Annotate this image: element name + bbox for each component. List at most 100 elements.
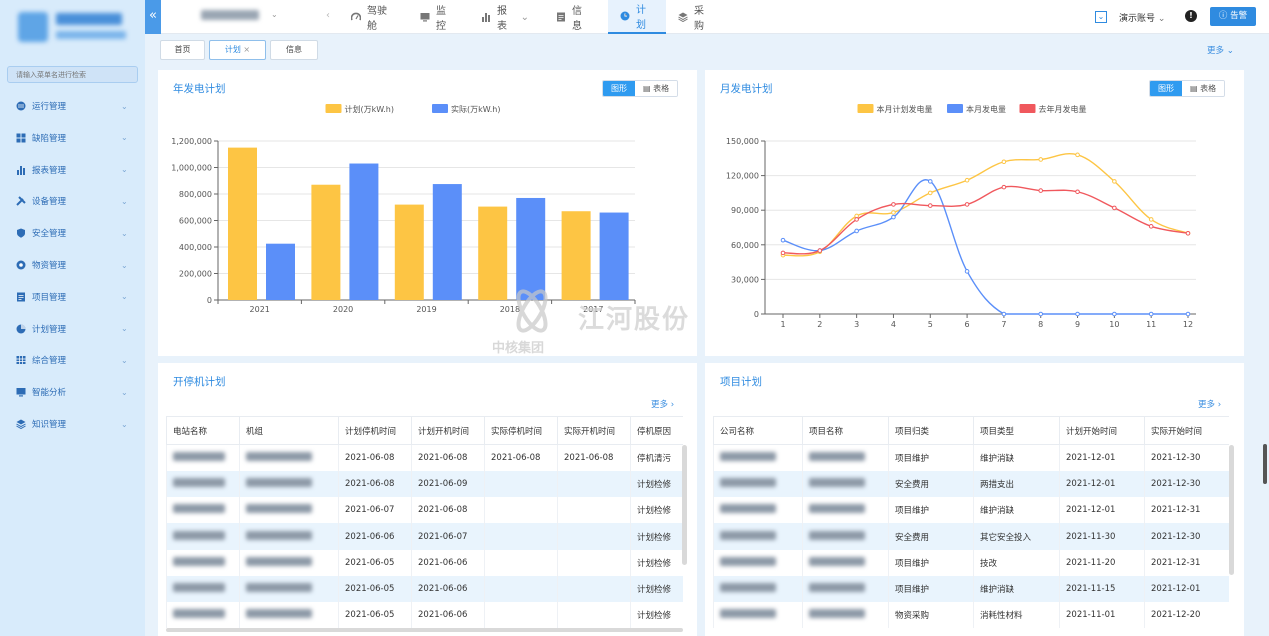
chevron-down-icon: ⌄: [121, 165, 128, 175]
table-hscrollbar[interactable]: [166, 628, 683, 632]
y-tick-label: 90,000: [731, 206, 759, 215]
table-row[interactable]: 项目维护 技改 2021-11-20 2021-12-31: [713, 549, 1229, 576]
bar: [432, 184, 462, 300]
table-row[interactable]: 2021-06-06 2021-06-07 计划检修: [166, 523, 683, 550]
close-tab-icon[interactable]: ×: [243, 45, 250, 54]
table-cell: 2021-06-08: [411, 497, 485, 524]
table-row[interactable]: 2021-06-05 2021-06-06 计划检修: [166, 575, 683, 603]
table-row[interactable]: 2021-06-05 2021-06-06 计划检修: [166, 549, 683, 576]
table-row[interactable]: 安全费用 其它安全投入 2021-11-30 2021-12-30: [713, 523, 1229, 550]
sidebar-item[interactable]: 设备管理 ⌄: [0, 188, 145, 214]
nav-prev-icon[interactable]: ‹: [326, 10, 330, 21]
chevron-down-icon: ⌄: [121, 292, 128, 302]
bar: [599, 212, 629, 300]
bar-chart-icon: [16, 165, 26, 175]
y-tick-label: 600,000: [179, 217, 212, 226]
table-cell: [239, 470, 339, 498]
chevron-down-icon: ⌄: [520, 11, 529, 23]
table-cell: 项目维护: [888, 497, 974, 524]
sidebar-item[interactable]: 项目管理 ⌄: [0, 284, 145, 310]
nav-tab[interactable]: 驾驶舱: [339, 0, 407, 34]
station-selector[interactable]: ⌄: [201, 10, 281, 22]
sidebar-search-input[interactable]: [7, 66, 138, 83]
info-icon[interactable]: !: [1185, 10, 1197, 22]
sidebar-item-label: 知识管理: [32, 420, 67, 430]
table-cell: 计划检修: [630, 575, 683, 603]
table-cell: 计划检修: [630, 549, 683, 576]
sidebar-item[interactable]: 安全管理 ⌄: [0, 220, 145, 246]
table-cell: [802, 575, 889, 603]
nav-tab[interactable]: 计划: [608, 0, 666, 34]
collapse-sidebar-button[interactable]: «: [145, 0, 161, 34]
page-tab-info[interactable]: 信息: [270, 40, 318, 60]
table-row[interactable]: 2021-06-08 2021-06-08 2021-06-08 2021-06-08…: [166, 444, 683, 471]
data-point: [927, 190, 933, 196]
x-tick-label: 1: [780, 320, 785, 329]
table-cell: 2021-12-01: [1059, 444, 1145, 471]
table-cell: [802, 523, 889, 550]
page-tab-plan[interactable]: 计划 ×: [209, 40, 266, 60]
table-row[interactable]: 2021-06-05 2021-06-06 计划检修: [166, 602, 683, 628]
table-row[interactable]: 2021-06-08 2021-06-09 计划检修: [166, 470, 683, 498]
account-menu[interactable]: 演示账号 ⌄: [1119, 11, 1165, 24]
table-cell: [166, 444, 240, 471]
chevron-down-icon: ⌄: [121, 133, 128, 143]
sidebar-item[interactable]: 报表管理 ⌄: [0, 157, 145, 183]
sidebar-item[interactable]: 智能分析 ⌄: [0, 379, 145, 405]
page-tab-home[interactable]: 首页: [160, 40, 205, 60]
cube-icon: [16, 260, 26, 270]
nav-tab[interactable]: 报表 ⌄: [469, 0, 541, 34]
sidebar-item[interactable]: 物资管理 ⌄: [0, 252, 145, 278]
data-point: [1038, 157, 1044, 162]
y-tick-label: 400,000: [179, 243, 212, 252]
table-cell: 2021-06-05: [338, 549, 412, 576]
table-cell: 2021-11-20: [1059, 549, 1145, 576]
table-row[interactable]: 安全费用 两措支出 2021-12-01 2021-12-30: [713, 470, 1229, 498]
nav-tab[interactable]: 采购: [666, 0, 718, 34]
legend-swatch: [857, 104, 874, 113]
sidebar-item[interactable]: 知识管理 ⌄: [0, 411, 145, 437]
table-row[interactable]: 2021-06-07 2021-06-08 计划检修: [166, 497, 683, 524]
nav-tab[interactable]: 监控: [408, 0, 463, 34]
table-cell: 2021-11-01: [1059, 602, 1145, 628]
data-point: [1075, 189, 1080, 195]
table-cell: [484, 497, 558, 524]
chevron-down-icon: ⌄: [121, 419, 128, 429]
table-cell: [166, 575, 240, 603]
sidebar-item[interactable]: 运行管理 ⌄: [0, 93, 145, 119]
sidebar-item-label: 报表管理: [32, 165, 67, 176]
table-cell: [166, 523, 240, 550]
table-scrollbar[interactable]: [1229, 445, 1234, 575]
sidebar-item[interactable]: 计划管理 ⌄: [0, 316, 145, 342]
sidebar-item[interactable]: 缺陷管理 ⌄: [0, 125, 145, 151]
table-cell: [239, 602, 339, 628]
table-cell: 消耗性材料: [973, 602, 1060, 628]
redacted-text: [720, 609, 776, 619]
nav-tab[interactable]: 信息: [544, 0, 602, 34]
data-point: [1038, 188, 1044, 193]
more-link[interactable]: 更多 ›: [651, 398, 674, 410]
table-cell: [484, 575, 558, 603]
table-cell: 2021-11-15: [1059, 575, 1145, 603]
sidebar-item[interactable]: 综合管理 ⌄: [0, 347, 145, 373]
startstop-plan-panel: 开停机计划 更多 › 电站名称 机组 计划停机时间 计划开机时间 实际停机时间 实际开机时…: [158, 363, 697, 636]
table-row[interactable]: 项目维护 维护消缺 2021-12-01 2021-12-30: [713, 444, 1229, 471]
series-line: [782, 185, 1189, 255]
account-dropdown-icon[interactable]: ⌄: [1095, 11, 1107, 23]
more-tabs-link[interactable]: 更多 ⌄: [1207, 44, 1234, 56]
table-row[interactable]: 物资采购 消耗性材料 2021-11-01 2021-12-20: [713, 602, 1229, 628]
bar: [561, 211, 591, 300]
column-header: 项目名称: [802, 416, 889, 445]
y-tick-label: 1,200,000: [171, 137, 212, 146]
table-cell: 停机清污: [630, 444, 683, 471]
table-cell: 2021-06-08: [338, 470, 412, 498]
table-row[interactable]: 项目维护 维护消缺 2021-11-15 2021-12-01: [713, 575, 1229, 603]
page-scrollbar[interactable]: [1263, 444, 1267, 484]
project-table: 公司名称 项目名称 项目归类 项目类型 计划开始时间 实际开始时间 项目维护 维护消缺 202…: [713, 416, 1229, 628]
alarm-button[interactable]: ⓘ 告警: [1210, 7, 1256, 26]
more-link[interactable]: 更多 ›: [1198, 398, 1221, 410]
table-scrollbar[interactable]: [682, 445, 687, 565]
table-row[interactable]: 项目维护 维护消缺 2021-12-01 2021-12-31: [713, 497, 1229, 524]
y-tick-label: 0: [754, 310, 759, 319]
redacted-text: [246, 583, 312, 593]
